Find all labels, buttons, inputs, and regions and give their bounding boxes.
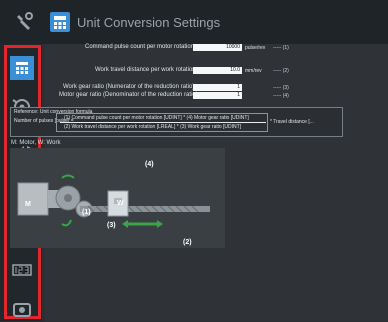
command-pulse-ref: ----- (1) xyxy=(273,45,289,51)
formula-fraction-line xyxy=(60,122,266,123)
formula-numerator: (1) Command pulse count per motor rotati… xyxy=(64,115,249,121)
top-bar: Unit Conversion Settings xyxy=(0,0,388,44)
motor-gear-ratio-ref: ----- (4) xyxy=(273,93,289,99)
motor-work-diagram xyxy=(17,174,210,228)
diagram-label-1: (1) xyxy=(82,209,91,216)
servo-settings-icon xyxy=(13,303,31,317)
rotation-arrow-bottom xyxy=(61,219,72,227)
command-pulse-unit: pulse/rev xyxy=(245,45,266,51)
diagram-label-w: W xyxy=(117,200,124,207)
numeric-settings-icon xyxy=(12,264,32,276)
sidebar-servo-button[interactable] xyxy=(10,298,34,322)
unit-conversion-settings-icon xyxy=(16,62,28,74)
command-pulse-label: Command pulse count per motor rotation xyxy=(85,44,195,50)
formula-rhs: * Travel distance [... xyxy=(270,119,314,125)
motor-gear-ratio-label: Motor gear ratio (Denominator of the red… xyxy=(59,92,198,98)
diagram-legend: M: Motor, W: Work xyxy=(11,140,61,146)
page-title: Unit Conversion Settings xyxy=(77,15,221,30)
gear-large-hub xyxy=(64,194,72,202)
diagram-label-m: M xyxy=(25,201,31,208)
motor-body xyxy=(17,182,49,216)
diagram-label-3: (3) xyxy=(107,222,116,229)
work-travel-unit: mm/rev xyxy=(245,68,262,74)
diagram-label-4: (4) xyxy=(145,161,154,168)
work-gear-ratio-label: Work gear ratio (Numerator of the reduct… xyxy=(63,84,195,90)
sidebar-numeric-button[interactable] xyxy=(10,258,34,282)
diagram-label-2: (2) xyxy=(183,239,192,246)
formula-denominator: (2) Work travel distance per work rotati… xyxy=(64,124,242,130)
work-travel-label: Work travel distance per work rotation xyxy=(95,67,196,73)
work-gear-ratio-input[interactable]: 1 xyxy=(193,84,242,91)
work-travel-input[interactable]: 10.0 xyxy=(193,67,242,74)
rotation-arrow-top xyxy=(61,174,75,179)
work-gear-ratio-ref: ----- (3) xyxy=(273,85,289,91)
unit-conversion-icon xyxy=(50,12,70,32)
tool-icon[interactable] xyxy=(12,10,36,34)
motor-gear-ratio-input[interactable]: 1 xyxy=(193,92,242,99)
sidebar-unit-conversion-button[interactable] xyxy=(10,56,34,80)
command-pulse-input[interactable]: 10000 xyxy=(193,44,242,51)
work-travel-ref: ----- (2) xyxy=(273,68,289,74)
